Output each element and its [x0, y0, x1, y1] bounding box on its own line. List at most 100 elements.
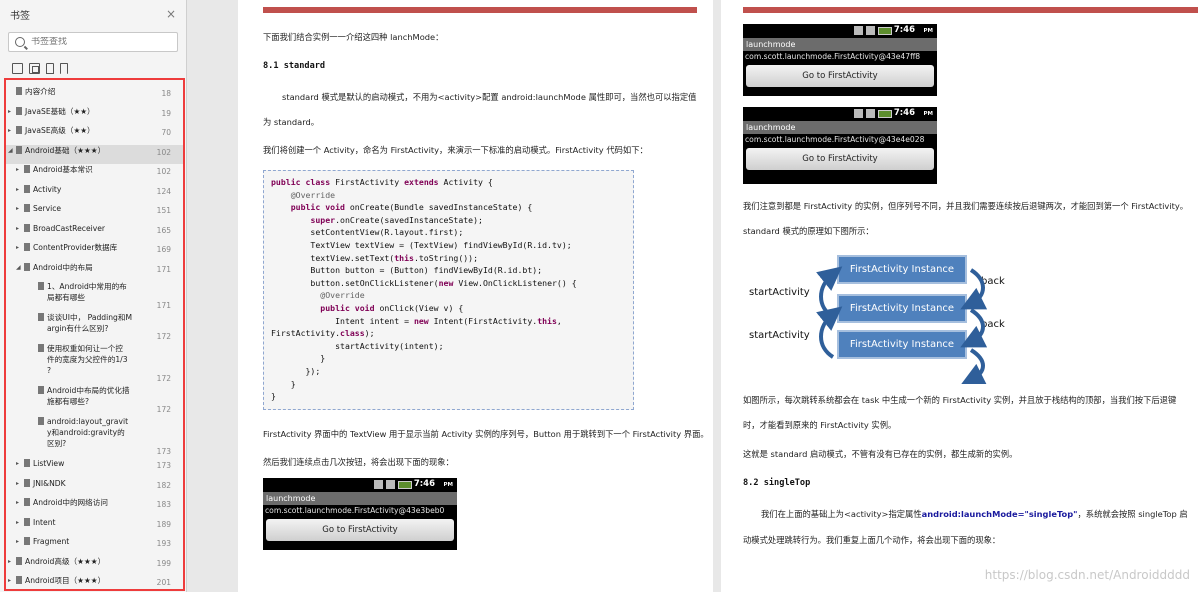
toc-item[interactable]: ▸ JavaSE高级（★★） 70: [6, 125, 183, 145]
collapse-arrow-icon[interactable]: ◢: [8, 147, 13, 154]
status-ampm: PM: [443, 482, 453, 488]
toc-item[interactable]: ▸ JNI&NDK 182: [6, 478, 183, 498]
toc-item[interactable]: ▸ Android项目（★★★） 201: [6, 575, 183, 589]
expand-arrow-icon[interactable]: ▸: [8, 577, 11, 584]
toc-item[interactable]: 1、Android中常用的布 局都有哪些 171: [6, 281, 183, 312]
toc-item[interactable]: 谈谈UI中， Padding和M argin有什么区别? 172: [6, 312, 183, 343]
toc-item[interactable]: ▸ Intent 189: [6, 517, 183, 537]
page-icon: [38, 282, 44, 290]
toc-page-number: 182: [156, 480, 171, 490]
toc-item[interactable]: 内容介绍 18: [6, 86, 183, 106]
go-to-first-activity-button: Go to FirstActivity: [746, 148, 934, 170]
page-icon: [24, 537, 30, 545]
paragraph-part: ，系统就会按照 singleTop 启: [1077, 509, 1188, 519]
header-bar: [263, 7, 697, 13]
toc-label: Service: [33, 204, 62, 213]
toc-item[interactable]: ▸ JavaSE基础（★★） 19: [6, 106, 183, 126]
bookmark-search-input[interactable]: [31, 37, 171, 47]
toc-item[interactable]: ▸ BroadCastReceiver 165: [6, 223, 183, 243]
expand-arrow-icon[interactable]: ▸: [8, 127, 11, 134]
status-time: 7:46: [893, 25, 915, 35]
toc-item[interactable]: ▸ Android中的网络访问 183: [6, 497, 183, 517]
expand-arrow-icon[interactable]: ▸: [16, 186, 19, 193]
signal-icon: [854, 109, 863, 118]
toc-page-number: 102: [156, 147, 171, 157]
toc-label: 使用权重如何让一个控 件的宽度为父控件的1/3 ?: [47, 344, 128, 375]
toc-page-number: 172: [156, 332, 171, 341]
expand-arrow-icon[interactable]: ▸: [16, 205, 19, 212]
toc-label: Android中的网络访问: [33, 498, 108, 507]
toc-item[interactable]: ▸ Fragment 193: [6, 536, 183, 556]
bookmark-search[interactable]: [8, 32, 178, 52]
toc-item[interactable]: ◢ Android中的布局 171: [6, 262, 183, 282]
expand-arrow-icon[interactable]: ▸: [16, 225, 19, 232]
toc-item[interactable]: Android中布局的优化措 施都有哪些? 172: [6, 385, 183, 416]
page-icon: [24, 459, 30, 467]
toc-item[interactable]: 使用权重如何让一个控 件的宽度为父控件的1/3 ? 172: [6, 343, 183, 385]
toc-label: Activity: [33, 184, 62, 194]
phone-screenshot: 7:46 PM launchmode com.scott.launchmode.…: [743, 107, 937, 184]
toc-label: 谈谈UI中， Padding和M argin有什么区别?: [47, 313, 133, 333]
toc-page-number: 173: [156, 447, 171, 456]
toc-page-number: 165: [156, 225, 171, 235]
watermark: https://blog.csdn.net/Androiddddd: [984, 568, 1190, 582]
code-block: public class FirstActivity extends Activ…: [263, 170, 634, 410]
app-title: launchmode: [743, 38, 937, 51]
network-icon: [386, 480, 395, 489]
toc-item[interactable]: android:layout_gravit y和android:gravity的…: [6, 416, 183, 458]
toc-item[interactable]: ▸ Android基本常识 102: [6, 164, 183, 184]
paragraph: 我们注意到都是 FirstActivity 的实例，但序列号不同，并且我们需要连…: [743, 201, 1189, 211]
battery-icon: [398, 481, 412, 489]
expand-arrow-icon[interactable]: ▸: [16, 244, 19, 251]
toc-label: ContentProvider数据库: [33, 243, 118, 252]
toc-page-number: 183: [156, 500, 171, 509]
toc-item[interactable]: ▸ Service 151: [6, 203, 183, 223]
close-icon[interactable]: ×: [166, 7, 176, 21]
collapse-all-icon[interactable]: [29, 62, 40, 74]
instance-text: com.scott.launchmode.FirstActivity@43e3b…: [265, 506, 445, 515]
toc-label: ListView: [33, 459, 65, 468]
toc-item[interactable]: ▸ Activity 124: [6, 184, 183, 204]
expand-arrow-icon[interactable]: ▸: [16, 499, 19, 506]
instance-text: com.scott.launchmode.FirstActivity@43e47…: [745, 52, 921, 61]
expand-arrow-icon[interactable]: ▸: [16, 480, 19, 487]
page-icon: [24, 223, 30, 232]
app-title: launchmode: [263, 492, 457, 505]
paragraph-part: 我们在上面的基础上为<activity>指定属性: [761, 509, 922, 519]
toc-item[interactable]: ▸ ContentProvider数据库 169: [6, 242, 183, 262]
toc-label: Android基础（★★★）: [25, 145, 106, 155]
paragraph: 如图所示，每次跳转系统都会在 task 中生成一个新的 FirstActivit…: [743, 395, 1177, 405]
toc-page-number: 102: [156, 167, 171, 176]
bookmark-icon[interactable]: [60, 62, 68, 74]
toc-label: Fragment: [33, 537, 70, 546]
expand-arrow-icon[interactable]: ▸: [16, 538, 19, 545]
add-bookmark-icon[interactable]: [46, 62, 54, 74]
toc-page-number: 173: [156, 461, 171, 470]
expand-all-icon[interactable]: [12, 62, 23, 74]
toc-page-number: 169: [156, 245, 171, 254]
toc-page-number: 70: [161, 128, 171, 137]
expand-arrow-icon[interactable]: ▸: [16, 460, 19, 467]
expand-arrow-icon[interactable]: ▸: [8, 108, 11, 115]
toc-page-number: 151: [156, 206, 171, 215]
toc-item[interactable]: ▸ Android高级（★★★） 199: [6, 556, 183, 576]
toc-page-number: 172: [156, 374, 171, 383]
expand-arrow-icon[interactable]: ▸: [16, 166, 19, 173]
collapse-arrow-icon[interactable]: ◢: [16, 264, 21, 271]
toc-page-number: 171: [156, 264, 171, 274]
expand-arrow-icon[interactable]: ▸: [16, 519, 19, 526]
toc-item[interactable]: ▸ ListView 173: [6, 458, 183, 478]
status-ampm: PM: [923, 111, 933, 117]
battery-icon: [878, 110, 892, 118]
go-to-first-activity-button: Go to FirstActivity: [266, 519, 454, 541]
toc-label: Android中的布局: [33, 262, 93, 272]
toc-item[interactable]: ◢ Android基础（★★★） 102: [6, 144, 183, 164]
toc-label: Android中布局的优化措 施都有哪些?: [47, 386, 130, 406]
intro-text: 下面我们结合实例一一介绍这四种 lanchMode：: [263, 32, 444, 42]
section-heading: 8.1 standard: [263, 61, 326, 71]
bookmark-sidebar: 书签 × 内容介绍 18 ▸ JavaSE基础（★★） 19 ▸ JavaSE高级（★★） 7…: [0, 0, 187, 592]
expand-arrow-icon[interactable]: ▸: [8, 558, 11, 565]
paragraph: FirstActivity 界面中的 TextView 用于显示当前 Activ…: [263, 429, 709, 439]
signal-icon: [854, 26, 863, 35]
status-bar: 7:46 PM: [743, 24, 937, 38]
